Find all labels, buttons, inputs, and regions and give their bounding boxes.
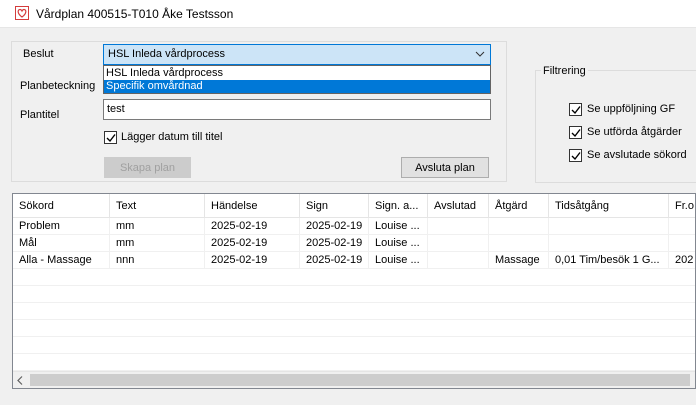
empty-row <box>13 303 695 320</box>
column-header-from[interactable]: Fr.o <box>669 194 695 218</box>
cell-from: 202 <box>669 252 695 269</box>
table-row[interactable]: Problem mm 2025-02-19 2025-02-19 Louise … <box>13 218 695 235</box>
beslut-label: Beslut <box>23 48 54 60</box>
column-header-handelse[interactable]: Händelse <box>205 194 300 218</box>
filter-label-uppfoljning: Se uppföljning GF <box>587 103 676 115</box>
scrollbar-thumb[interactable] <box>30 374 690 386</box>
filter-label-avslutade: Se avslutade sökord <box>587 149 687 161</box>
cell-tidsatgang <box>549 218 669 235</box>
vardplan-table[interactable]: Sökord Text Händelse Sign Sign. a... Avs… <box>12 193 696 389</box>
checkmark-icon <box>571 152 581 161</box>
skapa-plan-button[interactable]: Skapa plan <box>104 157 191 178</box>
beslut-combo[interactable]: HSL Inleda vårdprocess <box>103 44 491 65</box>
datum-checkbox-label: Lägger datum till titel <box>121 131 223 143</box>
datum-checkbox[interactable] <box>104 131 117 144</box>
cell-tidsatgang: 0,01 Tim/besök 1 G... <box>549 252 669 269</box>
cell-avslutad <box>428 218 489 235</box>
cell-sokord: Problem <box>13 218 110 235</box>
cell-handelse: 2025-02-19 <box>205 235 300 252</box>
cell-avslutad <box>428 252 489 269</box>
column-header-tidsatgang[interactable]: Tidsåtgång <box>549 194 669 218</box>
cell-sign: 2025-02-19 <box>300 218 369 235</box>
checkmark-icon <box>571 106 581 115</box>
cell-text: mm <box>110 218 205 235</box>
empty-row <box>13 269 695 286</box>
cell-handelse: 2025-02-19 <box>205 252 300 269</box>
filter-label-utforda: Se utförda åtgärder <box>587 126 682 138</box>
column-header-sokord[interactable]: Sökord <box>13 194 110 218</box>
filter-checkbox-uppfoljning[interactable] <box>569 103 582 116</box>
empty-row <box>13 320 695 337</box>
title-bar: Vårdplan 400515-T010 Åke Testsson <box>0 0 696 28</box>
column-header-atgard[interactable]: Åtgärd <box>489 194 549 218</box>
empty-row <box>13 337 695 354</box>
cell-from <box>669 235 695 252</box>
column-header-avslutad[interactable]: Avslutad <box>428 194 489 218</box>
cell-avslutad <box>428 235 489 252</box>
beslut-dropdown-list: HSL Inleda vårdprocess Specifik omvårdna… <box>103 65 491 94</box>
filter-checkbox-utforda[interactable] <box>569 126 582 139</box>
dropdown-option-selected[interactable]: Specifik omvårdnad <box>104 80 490 93</box>
dropdown-option[interactable]: HSL Inleda vårdprocess <box>104 67 490 80</box>
table-header: Sökord Text Händelse Sign Sign. a... Avs… <box>13 194 695 218</box>
chevron-left-icon[interactable] <box>15 375 25 386</box>
horizontal-scrollbar[interactable] <box>13 371 695 388</box>
column-header-text[interactable]: Text <box>110 194 205 218</box>
cell-atgard <box>489 218 549 235</box>
chevron-down-icon[interactable] <box>474 47 486 61</box>
window-title: Vårdplan 400515-T010 Åke Testsson <box>36 7 234 21</box>
plantitel-label: Plantitel <box>20 109 60 121</box>
cell-sign-av: Louise ... <box>369 218 428 235</box>
cell-sign: 2025-02-19 <box>300 235 369 252</box>
plantitel-value: test <box>107 103 125 115</box>
cell-atgard <box>489 235 549 252</box>
empty-row <box>13 286 695 303</box>
filter-checkbox-avslutade[interactable] <box>569 149 582 162</box>
cell-sign-av: Louise ... <box>369 235 428 252</box>
cell-text: mm <box>110 235 205 252</box>
cell-tidsatgang <box>549 235 669 252</box>
planbeteckning-label: Planbeteckning <box>20 80 96 92</box>
column-header-sign-av[interactable]: Sign. a... <box>369 194 428 218</box>
cell-handelse: 2025-02-19 <box>205 218 300 235</box>
cell-sokord: Mål <box>13 235 110 252</box>
table-row[interactable]: Mål mm 2025-02-19 2025-02-19 Louise ... <box>13 235 695 252</box>
heart-app-icon <box>15 6 29 20</box>
empty-row <box>13 354 695 371</box>
cell-sokord: Alla - Massage <box>13 252 110 269</box>
filter-title: Filtrering <box>541 65 588 77</box>
cell-sign: 2025-02-19 <box>300 252 369 269</box>
cell-sign-av: Louise ... <box>369 252 428 269</box>
plantitel-input[interactable]: test <box>103 99 491 120</box>
checkmark-icon <box>571 129 581 138</box>
cell-atgard: Massage <box>489 252 549 269</box>
cell-text: nnn <box>110 252 205 269</box>
cell-from <box>669 218 695 235</box>
beslut-value: HSL Inleda vårdprocess <box>108 48 225 60</box>
checkmark-icon <box>106 134 116 143</box>
column-header-sign[interactable]: Sign <box>300 194 369 218</box>
avsluta-plan-button[interactable]: Avsluta plan <box>401 157 489 178</box>
table-row[interactable]: Alla - Massage nnn 2025-02-19 2025-02-19… <box>13 252 695 269</box>
